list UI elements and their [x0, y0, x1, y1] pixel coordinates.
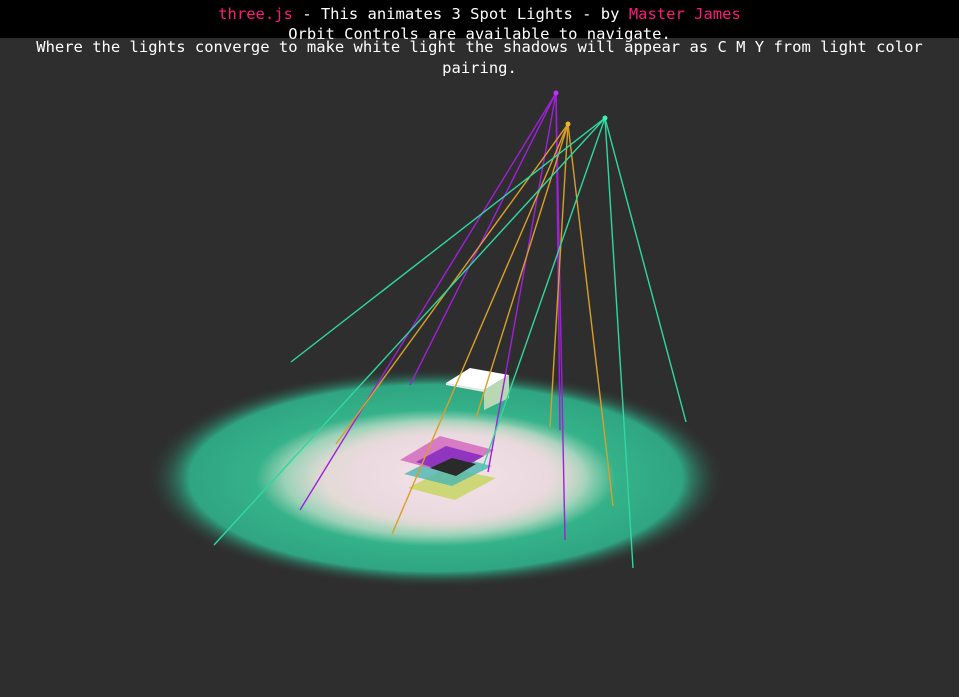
spotlight-magenta[interactable]	[553, 90, 559, 96]
spotlight-orange[interactable]	[565, 121, 571, 127]
info-header-band: three.js - This animates 3 Spot Lights -…	[0, 0, 959, 43]
author-link[interactable]: Master James	[629, 5, 741, 23]
info-overlay: three.js - This animates 3 Spot Lights -…	[0, 0, 959, 79]
info-description: Where the lights converge to make white …	[36, 38, 923, 77]
info-title-text: - This animates 3 Spot Lights - by	[292, 5, 629, 23]
threejs-link[interactable]: three.js	[218, 5, 293, 23]
info-title-line: three.js - This animates 3 Spot Lights -…	[0, 4, 959, 24]
three-scene-canvas[interactable]	[0, 0, 959, 697]
webgl-viewport[interactable]: three.js - This animates 3 Spot Lights -…	[0, 0, 959, 697]
spotlight-teal[interactable]	[602, 115, 608, 121]
